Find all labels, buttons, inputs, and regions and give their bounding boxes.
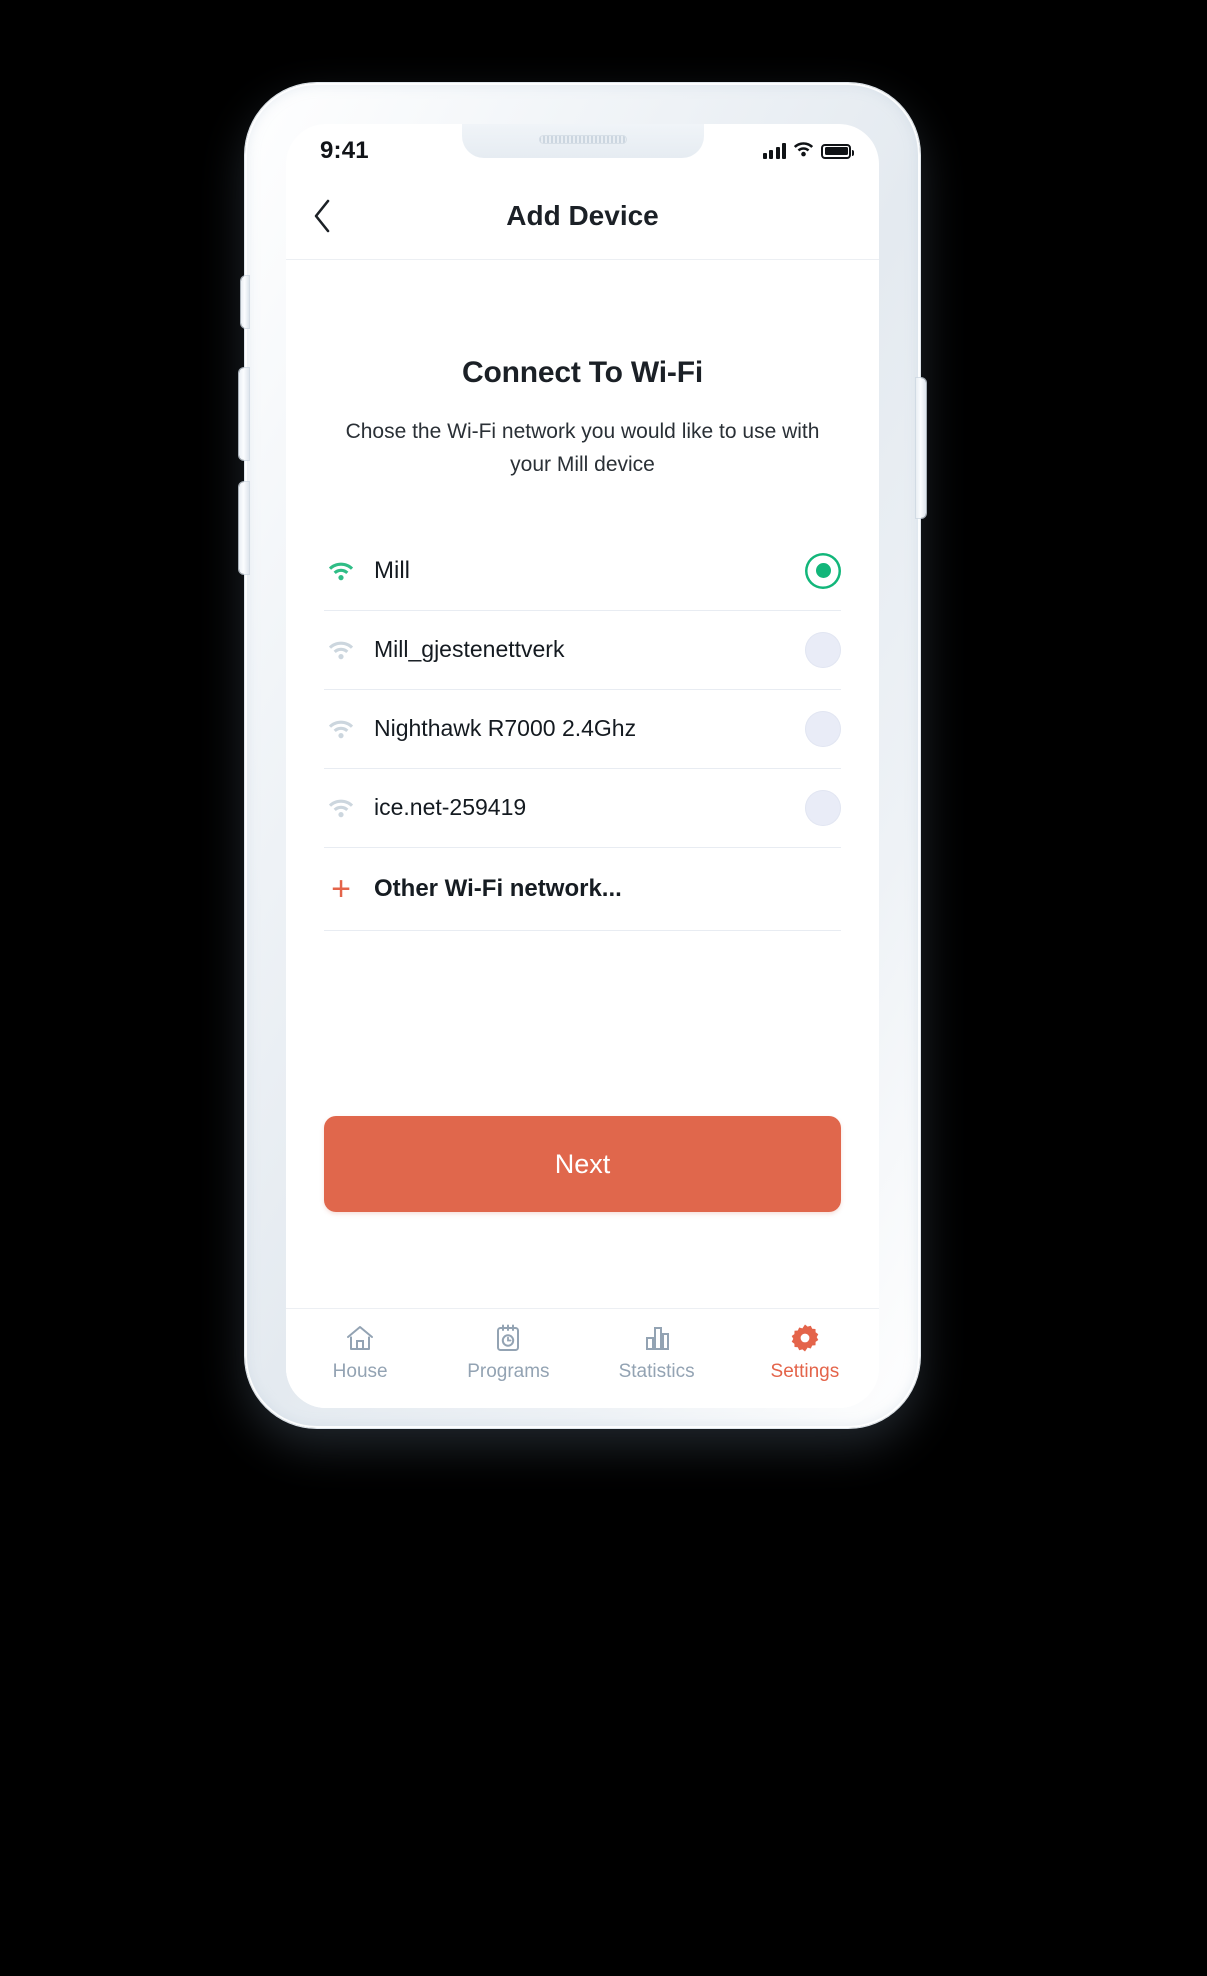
bar-chart-icon — [643, 1323, 671, 1353]
tab-label: Settings — [770, 1361, 840, 1382]
status-bar: 9:41 — [286, 124, 879, 172]
wifi-icon — [324, 798, 358, 818]
wifi-network-list: Mill Mill_gjestenettverk Nighthawk R7000… — [324, 532, 841, 931]
wifi-network-row[interactable]: Mill_gjestenettverk — [324, 611, 841, 690]
chevron-left-icon[interactable] — [312, 199, 376, 233]
wifi-icon — [324, 719, 358, 739]
tab-programs[interactable]: Programs — [434, 1323, 582, 1383]
volume-down-button[interactable] — [239, 482, 249, 574]
main-content: Connect To Wi-Fi Chose the Wi-Fi network… — [286, 260, 879, 1308]
headline: Connect To Wi-Fi — [462, 356, 703, 389]
volume-up-button[interactable] — [239, 368, 249, 460]
calendar-clock-icon — [494, 1323, 522, 1353]
cellular-bars-icon — [762, 143, 786, 159]
wifi-icon — [324, 640, 358, 660]
wifi-network-row[interactable]: Mill — [324, 532, 841, 611]
wifi-network-name: Mill — [374, 556, 410, 584]
tab-house[interactable]: House — [286, 1323, 434, 1383]
silent-switch-button[interactable] — [241, 276, 249, 328]
tab-label: Programs — [467, 1361, 550, 1382]
gear-icon — [790, 1323, 820, 1353]
phone-screen: 9:41 Add Device Connect To Wi-Fi Chose t… — [286, 124, 879, 1408]
bottom-tab-bar: House Programs Statistics Settings — [286, 1308, 879, 1408]
navigation-bar: Add Device — [286, 172, 879, 260]
next-button[interactable]: Next — [324, 1116, 841, 1212]
battery-full-icon — [821, 143, 854, 159]
wifi-network-name: Nighthawk R7000 2.4Ghz — [374, 715, 637, 741]
wifi-radio-button[interactable] — [805, 789, 841, 826]
status-time: 9:41 — [320, 137, 369, 164]
tab-label: Statistics — [618, 1361, 695, 1382]
wifi-network-name: Mill_gjestenettverk — [374, 636, 565, 662]
home-icon — [345, 1323, 375, 1353]
subheadline: Chose the Wi-Fi network you would like t… — [345, 420, 820, 476]
wifi-network-row[interactable]: Nighthawk R7000 2.4Ghz — [324, 690, 841, 769]
tab-label: House — [332, 1361, 388, 1382]
tab-settings[interactable]: Settings — [731, 1323, 879, 1383]
tab-statistics[interactable]: Statistics — [583, 1323, 731, 1383]
other-wifi-network-label: Other Wi-Fi network... — [374, 874, 622, 902]
status-icons — [762, 141, 854, 162]
plus-icon: + — [331, 869, 351, 908]
wifi-network-name: ice.net-259419 — [374, 794, 527, 820]
wifi-radio-button[interactable] — [805, 710, 841, 747]
other-wifi-network-row[interactable]: + Other Wi-Fi network... — [324, 848, 841, 931]
wifi-radio-button[interactable] — [805, 631, 841, 668]
wifi-icon — [793, 141, 814, 162]
wifi-network-row[interactable]: ice.net-259419 — [324, 769, 841, 848]
wifi-icon — [324, 561, 358, 581]
wifi-radio-button[interactable] — [805, 552, 841, 589]
power-button[interactable] — [916, 378, 926, 518]
